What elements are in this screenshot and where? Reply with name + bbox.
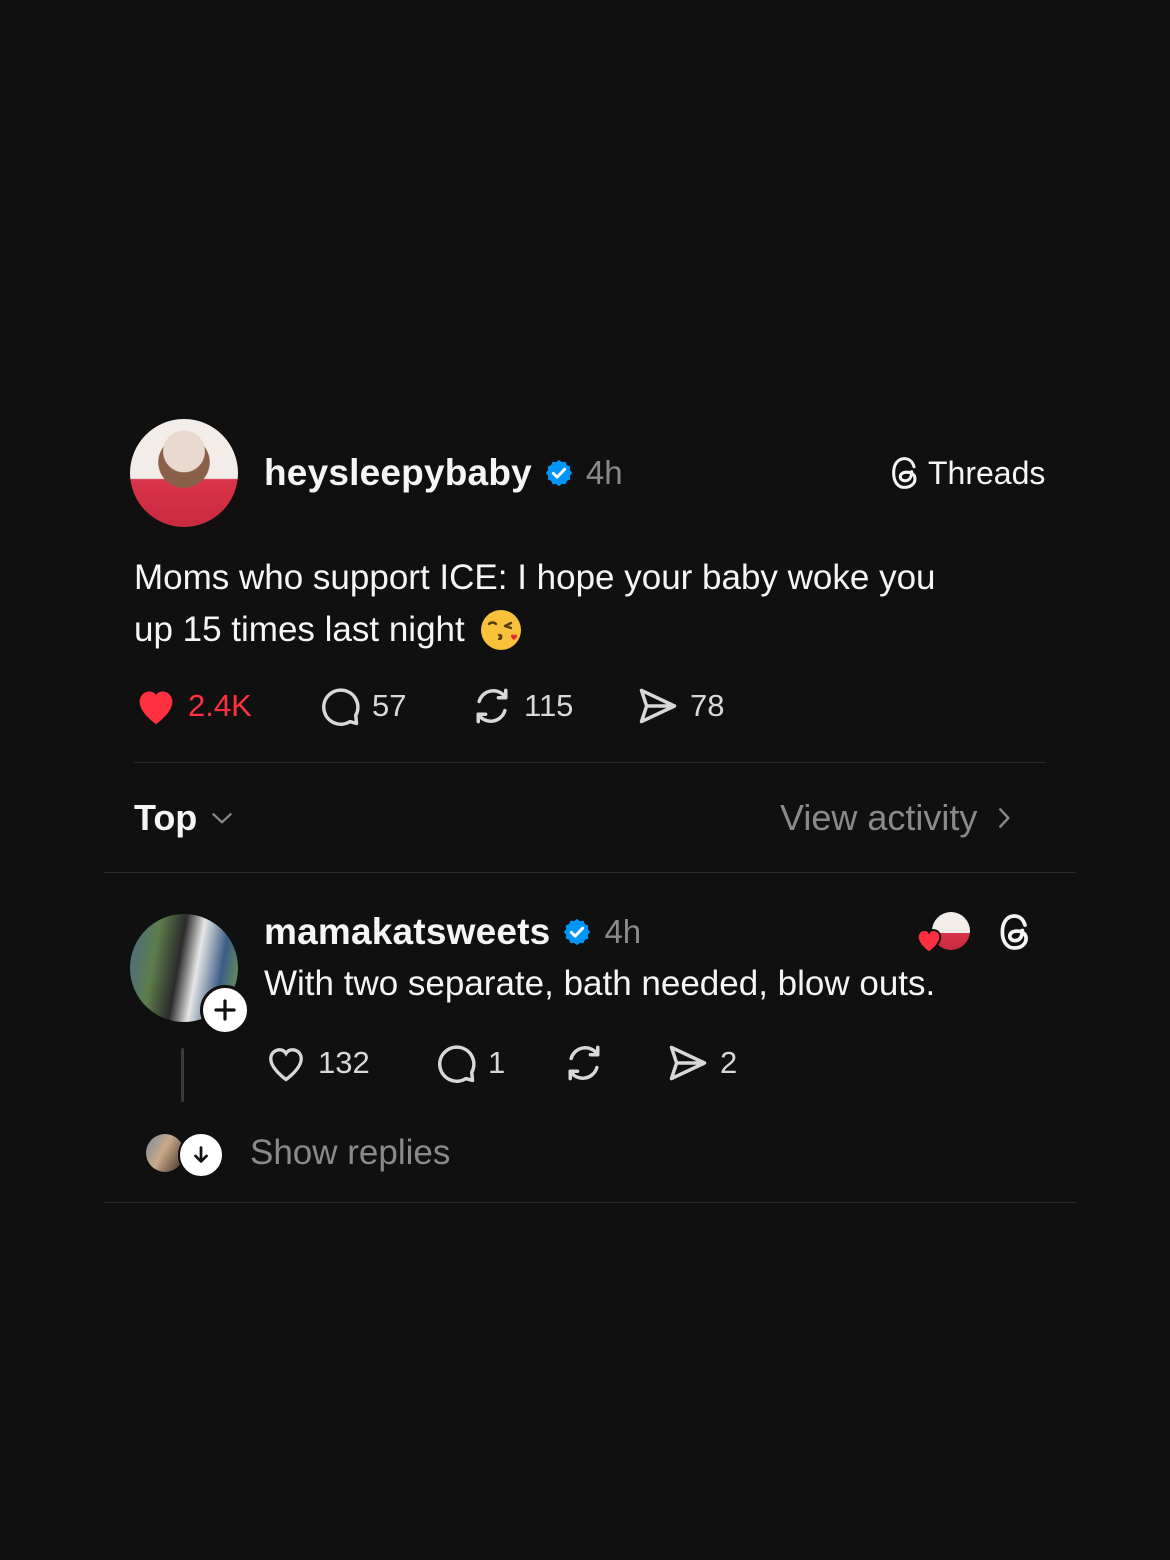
reply-stats: 132 1 2 <box>264 1040 737 1086</box>
post-text-line-2: up 15 times last night <box>134 610 465 649</box>
reply-like-button[interactable]: 132 <box>264 1042 434 1084</box>
heart-outline-icon <box>264 1042 308 1084</box>
view-activity-link[interactable]: View activity <box>780 796 1017 840</box>
comment-count: 57 <box>372 688 407 723</box>
reply-author-row: mamakatsweets 4h <box>264 909 641 955</box>
author-avatar[interactable] <box>130 419 238 527</box>
repost-icon <box>470 684 514 728</box>
plus-icon <box>213 998 237 1022</box>
reply-comment-count: 1 <box>488 1045 506 1080</box>
post-time: 4h <box>585 454 623 491</box>
reply-share-button[interactable]: 2 <box>666 1041 737 1085</box>
share-icon <box>636 684 680 728</box>
comment-button[interactable]: 57 <box>318 684 470 728</box>
sort-divider <box>104 872 1076 873</box>
reply-divider <box>104 1202 1076 1203</box>
threads-logo-icon <box>888 455 922 491</box>
threads-brand[interactable]: Threads <box>888 452 1045 494</box>
share-icon <box>666 1041 710 1085</box>
threads-logo-icon[interactable] <box>996 912 1034 952</box>
share-button[interactable]: 78 <box>636 684 724 728</box>
like-count: 2.4K <box>188 688 252 723</box>
thread-line <box>181 1048 184 1102</box>
reply-like-count: 132 <box>318 1045 370 1080</box>
share-count: 78 <box>690 688 725 723</box>
liked-by-author-indicator <box>914 912 974 954</box>
verified-badge-icon <box>544 458 574 488</box>
repost-icon <box>562 1041 606 1085</box>
sort-label: Top <box>134 797 198 838</box>
follow-plus-button[interactable] <box>200 985 250 1035</box>
reply-text: With two separate, bath needed, blow out… <box>264 964 936 1003</box>
replies-avatar-stack <box>146 1132 224 1178</box>
chevron-right-icon <box>991 803 1017 833</box>
reply-time: 4h <box>604 913 642 950</box>
repost-count: 115 <box>524 688 574 723</box>
like-button[interactable]: 2.4K <box>134 686 318 726</box>
show-replies-label: Show replies <box>250 1133 451 1172</box>
reply-comment-button[interactable]: 1 <box>434 1041 562 1085</box>
sort-dropdown[interactable]: Top <box>134 796 235 840</box>
threads-brand-label: Threads <box>928 454 1046 491</box>
reply-username[interactable]: mamakatsweets <box>264 911 550 953</box>
post-text-line-1: Moms who support ICE: I hope your baby w… <box>134 558 936 597</box>
chevron-down-icon <box>209 805 235 831</box>
reply-share-count: 2 <box>720 1045 738 1080</box>
post-stats: 2.4K 57 115 78 <box>134 684 724 728</box>
kiss-emoji-icon <box>479 608 523 652</box>
post-text: Moms who support ICE: I hope your baby w… <box>134 552 1054 656</box>
repost-button[interactable]: 115 <box>470 684 636 728</box>
arrow-down-icon <box>178 1132 224 1178</box>
author-username[interactable]: heysleepybaby <box>264 452 532 494</box>
verified-badge-icon <box>562 917 592 947</box>
show-replies-button[interactable]: Show replies <box>146 1130 451 1178</box>
post-author-row: heysleepybaby 4h <box>264 450 623 496</box>
view-activity-label: View activity <box>780 797 978 838</box>
comment-icon <box>318 684 362 728</box>
post-text-line-2-row: up 15 times last night <box>134 604 1054 656</box>
reply-repost-button[interactable] <box>562 1041 666 1085</box>
comment-icon <box>434 1041 478 1085</box>
post-divider <box>134 762 1046 763</box>
heart-filled-icon <box>134 686 178 726</box>
heart-filled-icon <box>914 926 944 954</box>
